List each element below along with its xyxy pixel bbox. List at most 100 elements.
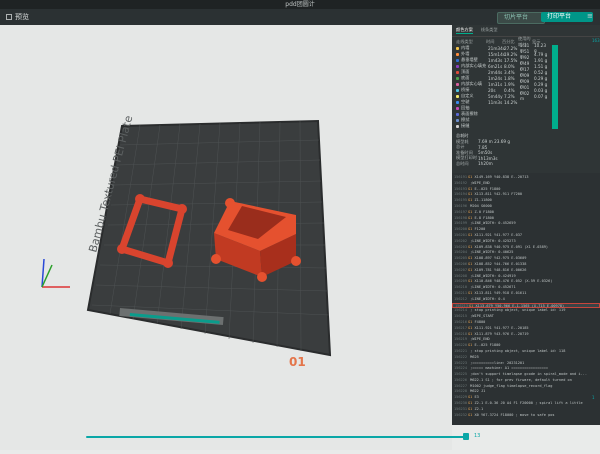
color-swatch (456, 58, 459, 62)
gcode-command: G1 (468, 232, 473, 237)
gcode-viewer[interactable]: 156191G1 X149.169 Y40.838 E-.20713 156192… (452, 173, 600, 425)
gcode-line-number: 156212 (454, 296, 467, 301)
gcode-text: ;WIPE_END (470, 180, 490, 185)
legend-row-time: 15m14s (488, 51, 505, 57)
visibility-checkbox[interactable] (552, 123, 558, 129)
gcode-text: Z2.1 E-0.36 J0 A4 F1 F20000 ; spiral lif… (474, 401, 583, 406)
slice-plate-button[interactable]: 切片平台 (497, 12, 545, 24)
legend-row-weight: 0.03 g (534, 87, 548, 93)
legend-row-time: 2m44s (488, 69, 503, 75)
gcode-command: G1 (468, 261, 473, 266)
gcode-text: X109.781 Y48.816 E.00626 (474, 267, 527, 272)
gcode-command: G1 (468, 186, 473, 191)
gcode-text: X111.921 Y41.977 E.037 (474, 232, 523, 237)
move-slider-thumb[interactable] (463, 433, 469, 440)
gcode-command: G1 (468, 192, 473, 197)
gcode-text: ;LINE_WIDTH: 0.4 (470, 296, 505, 301)
menu-icon[interactable]: ≡ (587, 12, 593, 20)
gcode-text: E-.025 F1800 (474, 343, 501, 348)
gcode-line[interactable]: 156232G1 X0 Y67.3724 F18000 ; move to sa… (452, 413, 600, 419)
color-swatch (456, 118, 459, 122)
gcode-text: ;LINE_WIDTH: 0.452659 (470, 221, 516, 226)
gcode-text: F1200 (474, 227, 486, 232)
color-swatch (456, 46, 459, 50)
gcode-text: ;WIPE_END (470, 337, 490, 342)
legend-row-pct: 8.0% (504, 63, 515, 69)
tab-line-type[interactable]: 线条类型 (481, 27, 498, 34)
gcode-command: G1 (468, 267, 473, 272)
legend-row-pct: 27.2% (504, 45, 518, 51)
legend-row-pct: 7.2% (504, 93, 515, 99)
gcode-text: ;===== machine: A1 ================= (470, 366, 549, 371)
gcode-command: G1 (468, 279, 473, 284)
color-swatch (456, 112, 459, 116)
info-value: 1h20m (478, 161, 493, 167)
legend-row-time: 1m24s (488, 75, 503, 81)
legend-row-weight: 0.07 g (534, 93, 548, 99)
legend-row-pct: 1.8% (504, 75, 515, 81)
tab-color-scheme[interactable]: 颜色方案 (456, 27, 473, 34)
legend-row-pct: 3.4% (504, 69, 515, 75)
gcode-command: G1 (468, 343, 473, 348)
gcode-text: F4800 (474, 319, 486, 324)
gcode-command: G1 (468, 209, 473, 214)
legend-row-weight: 1.51 g (534, 63, 548, 69)
gcode-command: G1 (468, 331, 473, 336)
gcode-text: X109.838 Y40.975 E.091 (X1 E.0389) (474, 244, 549, 249)
color-swatch (456, 52, 459, 56)
legend-row-weight: 0.52 g (534, 69, 548, 75)
gcode-command: G1 (468, 215, 473, 220)
gcode-text: ;WIPE_START (470, 314, 494, 319)
col-pct: 百分比 (502, 39, 515, 44)
layer-bottom-value: 1 (592, 395, 595, 400)
info-value: 7.69 m 23.69 g (478, 139, 511, 145)
gcode-text: E-.025 F1800 (474, 186, 501, 191)
legend-row-pct: 0.4% (504, 87, 515, 93)
gcode-command: G1 (468, 256, 473, 261)
axes-gizmo (41, 258, 70, 288)
info-value: 1h13m3s (478, 155, 498, 161)
legend-row-use: 0.02 m (520, 91, 530, 101)
info-key: 总时间 (456, 160, 469, 166)
legend-panel: 颜色方案 线条类型 走线类型 时间 百分比 使用的耗材 显示 内墙 21m34s 2… (452, 25, 600, 173)
legend-row-time: 1m43s (488, 57, 503, 63)
gcode-text: ;LINE_WIDTH: 0.424919 (470, 273, 516, 278)
legend-row-time: 5m44y (488, 93, 503, 99)
gcode-command: G1 (468, 290, 473, 295)
legend-row-time: 1m31s (488, 81, 503, 87)
legend-row-pct: 17.5% (504, 57, 518, 63)
legend-row-time: 6m21s (488, 63, 503, 69)
gcode-text: ;==========line: 20231201 (470, 360, 525, 365)
legend-row: 接缝 (456, 123, 596, 129)
info-row: 总时间 1h20m (456, 161, 596, 167)
gcode-command: G1 (468, 395, 473, 400)
legend-row-pct: 14.2% (504, 99, 518, 105)
move-slider-track[interactable] (86, 436, 466, 438)
legend-row-pct: 19.2% (504, 51, 518, 57)
legend-row-time: 20s (488, 87, 496, 93)
color-swatch (456, 82, 459, 86)
gcode-text: Z1.11800 (474, 198, 492, 203)
color-swatch (456, 124, 459, 128)
color-swatch (456, 88, 459, 92)
build-plate-scene[interactable]: Bambu Textured PEI Plate (0, 25, 452, 450)
legend-table: 走线类型 时间 百分比 使用的耗材 显示 内墙 21m34s 27.2% 3.31 m… (452, 36, 600, 131)
color-swatch (456, 94, 459, 98)
gcode-text: M622.1 S1 ; for prev firware, default tu… (470, 377, 572, 382)
3d-viewport[interactable]: Bambu Textured PEI Plate 01 (0, 25, 452, 450)
legend-row-weight: 1.91 g (534, 57, 548, 63)
legend-row-time: 11m3s (488, 99, 503, 105)
gcode-text: E.8 F1800 (474, 215, 494, 220)
gcode-command: G1 (468, 244, 473, 249)
info-value: 5m50s (478, 150, 493, 156)
gcode-text: X0 Y67.3724 F18000 ; move to safe pos (474, 412, 555, 417)
gcode-command: G1 (468, 198, 473, 203)
preview-tab[interactable]: 预览 (6, 12, 29, 22)
gcode-text: X111.879 Y43.976 E-.20719 (474, 331, 529, 336)
gcode-command: G1 (468, 175, 473, 179)
gcode-text: M625 (470, 354, 479, 359)
print-plate-button[interactable]: 打印平台 (541, 12, 593, 22)
gcode-text: ;LINE_WIDTH: 0.425273 (470, 238, 516, 243)
preview-icon (6, 14, 12, 20)
gcode-command: G1 (468, 412, 473, 417)
